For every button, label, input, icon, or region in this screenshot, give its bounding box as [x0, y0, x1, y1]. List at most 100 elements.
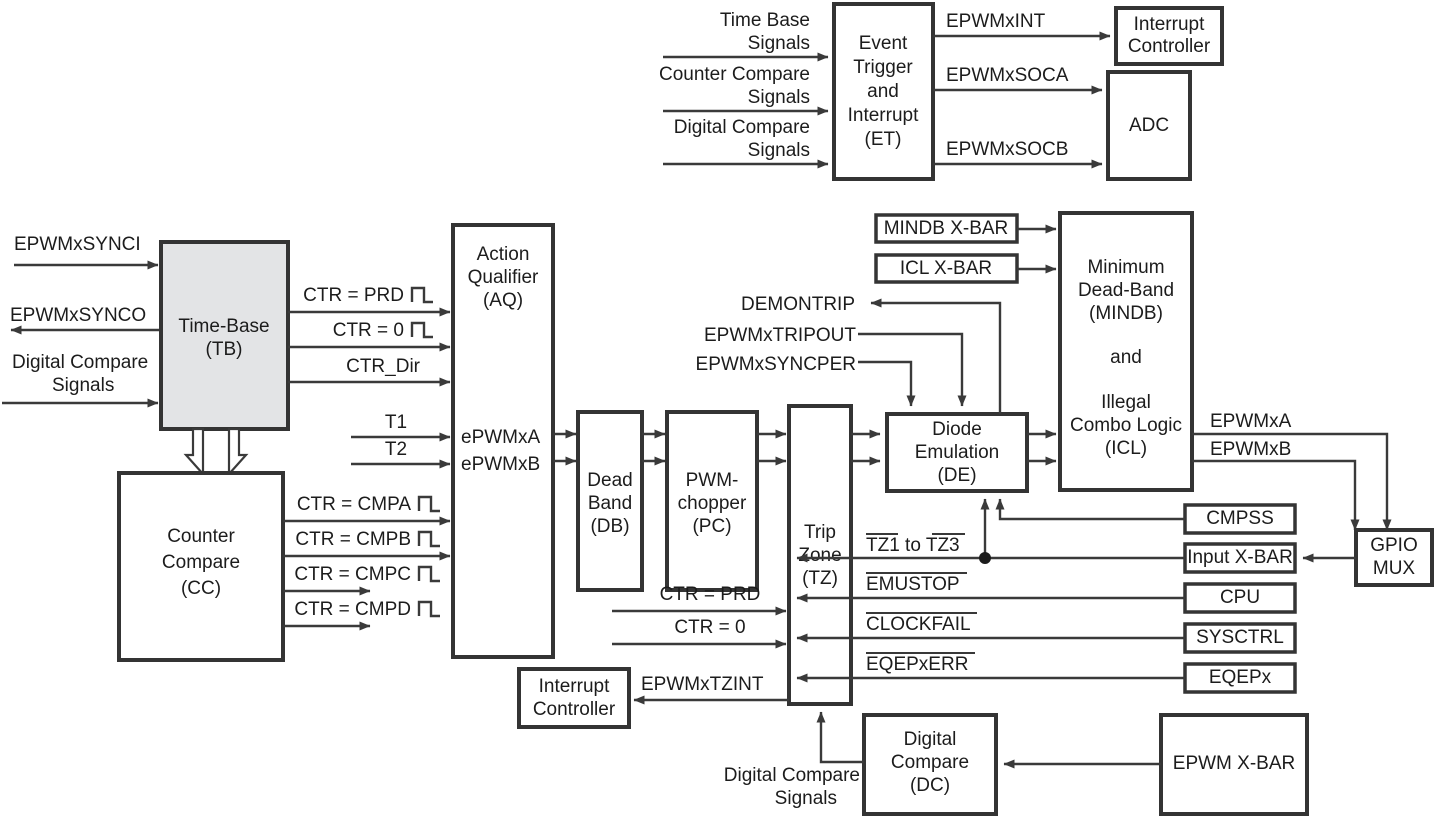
dead-band-label-line2: Band [588, 493, 632, 514]
digital-compare-signals-tb-label-line2: Signals [52, 375, 114, 396]
mindb-icl-section: Minimum Dead-Band (MINDB) and Illegal Co… [1058, 211, 1392, 531]
mindb-icl-label-line2: Dead-Band [1078, 280, 1174, 301]
tz1-label: TZ1 [866, 535, 900, 556]
eqepxerr-label: EQEPxERR [866, 654, 968, 675]
epwmxsoca-label: EPWMxSOCA [946, 65, 1069, 86]
action-qualifier-label-line2: Qualifier [468, 267, 539, 288]
ctr-cmpd-label: CTR = CMPD [294, 599, 411, 620]
action-qualifier-label-line3: (AQ) [483, 290, 523, 311]
pwm-chopper-label-line2: chopper [678, 493, 747, 514]
peripherals-section: CMPSS Input X-BAR TZ1 to TZ3 CPU EMUSTOP… [796, 498, 1434, 694]
ctr-zero-aq-label: CTR = 0 [333, 320, 404, 341]
epwmxtzint-label: EPWMxTZINT [641, 674, 764, 695]
counter-compare-signals-label-line2: Signals [748, 87, 810, 108]
epwm-xbar-label: EPWM X-BAR [1173, 753, 1295, 774]
ctr-cmpb-label: CTR = CMPB [295, 529, 411, 550]
dead-band-label-line1: Dead [587, 470, 632, 491]
digital-compare-signals-tb-label-line1: Digital Compare [12, 352, 148, 373]
t2-label: T2 [385, 439, 407, 460]
mindb-icl-label-line1: Minimum [1087, 257, 1164, 278]
t1-label: T1 [385, 412, 407, 433]
pulse-icon-ctr-prd-aq [410, 286, 433, 304]
counter-compare-label-line2: Compare [162, 552, 240, 573]
digital-compare-label-line2: Compare [891, 752, 969, 773]
event-trigger-label-line5: (ET) [865, 129, 902, 150]
tz3-label: TZ3 [926, 535, 960, 556]
dead-band-label-line3: (DB) [590, 516, 629, 537]
icl-xbar-label: ICL X-BAR [900, 258, 992, 279]
pulse-icon-ctr-cmpc [417, 565, 440, 583]
input-xbar-label: Input X-BAR [1187, 547, 1293, 568]
wire-epwmxsyncper [858, 360, 916, 407]
time-base-label-line2: (TB) [206, 339, 243, 360]
ctr-prd-tz-label: CTR = PRD [660, 584, 761, 605]
ctr-cmpa-label: CTR = CMPA [297, 494, 412, 515]
action-qualifier-label-line1: Action [477, 244, 530, 265]
digital-compare-label-line1: Digital [904, 729, 957, 750]
epwmxb-out-label: EPWMxB [1210, 439, 1291, 460]
pwm-chopper-section: PWM- chopper (PC) [642, 410, 759, 592]
cpu-label: CPU [1220, 587, 1260, 608]
diode-emulation-label-line1: Diode [932, 419, 982, 440]
digital-compare-section: Digital Compare (DC) Digital Compare Sig… [724, 711, 1309, 816]
hollow-arrow-icon-tb-cc-right [227, 427, 249, 477]
xbar-inputs-section: MINDB X-BAR ICL X-BAR [874, 213, 1057, 284]
pulse-icon-ctr-cmpb [417, 530, 440, 548]
time-base-signals-label-line1: Time Base [720, 10, 810, 31]
wire-demontrip [870, 298, 1002, 414]
demontrip-label: DEMONTRIP [741, 294, 855, 315]
mindb-icl-label-line7: (ICL) [1105, 438, 1147, 459]
gpio-mux-label-line1: GPIO [1370, 535, 1418, 556]
diode-emulation-label-line2: Emulation [915, 442, 1000, 463]
counter-compare-label-line1: Counter [167, 526, 235, 547]
event-trigger-section: Time Base Signals Counter Compare Signal… [659, 2, 1224, 181]
trip-zone-label-line3: (TZ) [802, 568, 838, 589]
pwm-chopper-label-line3: (PC) [692, 516, 731, 537]
digital-compare-signals-et-label-line2: Signals [748, 140, 810, 161]
digital-compare-label-line3: (DC) [910, 775, 950, 796]
wire-cmpss-de [995, 498, 1185, 521]
epwmxsocb-label: EPWMxSOCB [946, 139, 1068, 160]
epwm-block-diagram: Time Base Signals Counter Compare Signal… [2, 2, 1434, 816]
mindb-icl-label-line3: (MINDB) [1089, 303, 1163, 324]
pwm-chopper-label-line1: PWM- [686, 470, 739, 491]
interrupt-controller-top-label-line1: Interrupt [1134, 14, 1205, 35]
tz1-to-tz3-label: TZ1 to TZ3 [866, 535, 960, 556]
cmpss-label: CMPSS [1206, 508, 1274, 529]
trip-zone-label-line1: Trip [804, 522, 836, 543]
emustop-label: EMUSTOP [866, 574, 960, 595]
epwmxtripout-label: EPWMxTRIPOUT [704, 325, 856, 346]
mindb-icl-label-line6: Combo Logic [1070, 415, 1182, 436]
ctr-zero-tz-label: CTR = 0 [674, 617, 745, 638]
ctr-dir-label: CTR_Dir [346, 356, 421, 377]
epwmxint-label: EPWMxINT [946, 11, 1046, 32]
diode-emulation-label-line3: (DE) [937, 465, 976, 486]
tz-to-label: to [900, 535, 926, 556]
mindb-icl-label-line5: Illegal [1101, 392, 1151, 413]
digital-compare-signals-et-label-line1: Digital Compare [674, 117, 810, 138]
epwmxb-aq-label: ePWMxB [461, 454, 540, 475]
mindb-icl-label-line4: and [1110, 347, 1142, 368]
time-base-signals-label-line2: Signals [748, 33, 810, 54]
event-trigger-label-line1: Event [859, 33, 908, 54]
eqepx-label: EQEPx [1209, 667, 1272, 688]
interrupt-controller-bottom-label-line1: Interrupt [539, 676, 610, 697]
digital-compare-signals-dc-label-line1: Digital Compare [724, 765, 860, 786]
time-base-label-line1: Time-Base [178, 316, 269, 337]
event-trigger-label-line2: Trigger [853, 57, 913, 78]
digital-compare-signals-dc-label-line2: Signals [775, 788, 837, 809]
epwmxa-aq-label: ePWMxA [461, 427, 541, 448]
adc-label: ADC [1129, 115, 1169, 136]
epwmxa-out-label: EPWMxA [1210, 411, 1292, 432]
sysctrl-label: SYSCTRL [1196, 627, 1284, 648]
junction-dot-icon-tz [979, 552, 991, 564]
gpio-mux-label-line2: MUX [1373, 558, 1416, 579]
hollow-arrow-icon-tb-cc-left [183, 427, 205, 477]
ctr-cmpc-label: CTR = CMPC [294, 564, 411, 585]
epwmxsynco-label: EPWMxSYNCO [10, 305, 146, 326]
pulse-icon-ctr-zero-aq [410, 321, 433, 339]
epwmxsynci-label: EPWMxSYNCI [14, 234, 141, 255]
wire-dc-tz [816, 711, 864, 764]
interrupt-controller-top-label-line2: Controller [1128, 36, 1211, 57]
event-trigger-label-line4: Interrupt [848, 105, 919, 126]
